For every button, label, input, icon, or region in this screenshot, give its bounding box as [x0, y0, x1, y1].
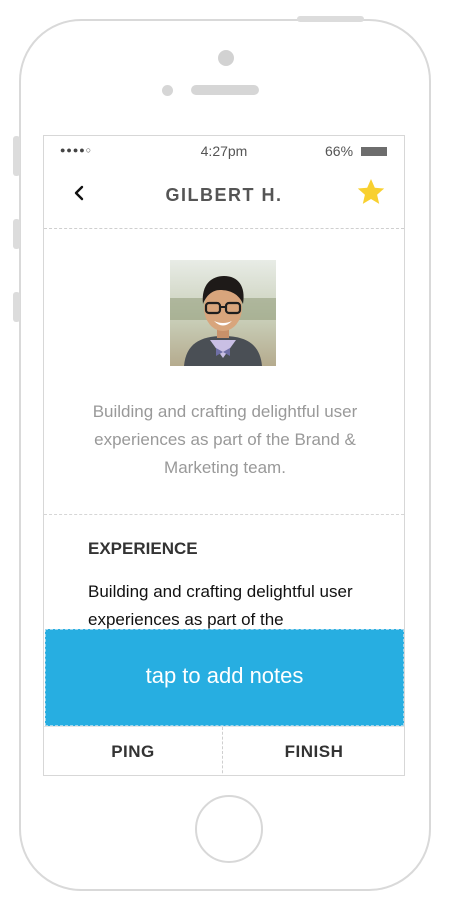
nav-bar: GILBERT H. — [44, 166, 404, 229]
add-notes-button[interactable]: tap to add notes — [45, 629, 404, 726]
battery-percent: 66% — [325, 143, 354, 159]
avatar — [170, 260, 276, 366]
page-title: GILBERT H. — [165, 185, 283, 205]
status-bar: ●●●●○ 4:27pm 66% — [44, 136, 404, 166]
volume-up-button — [13, 219, 20, 249]
home-button[interactable] — [195, 795, 263, 863]
battery-icon — [361, 147, 387, 156]
profile-bio: Building and crafting delightful user ex… — [92, 402, 358, 477]
front-camera — [218, 50, 234, 66]
bottom-actions: PING FINISH — [44, 726, 404, 775]
proximity-sensor — [162, 85, 173, 96]
section-divider — [44, 514, 404, 515]
ping-button[interactable]: PING — [44, 727, 222, 775]
experience-heading: EXPERIENCE — [88, 539, 198, 558]
earpiece-speaker — [191, 85, 259, 95]
volume-down-button — [13, 292, 20, 322]
mute-switch — [13, 136, 20, 176]
experience-text: Building and crafting delightful user ex… — [88, 582, 353, 629]
finish-button[interactable]: FINISH — [222, 727, 404, 775]
star-icon[interactable] — [356, 177, 386, 207]
power-button — [297, 16, 364, 22]
app-screen: ●●●●○ 4:27pm 66% GILBERT H. Building and… — [43, 135, 405, 776]
